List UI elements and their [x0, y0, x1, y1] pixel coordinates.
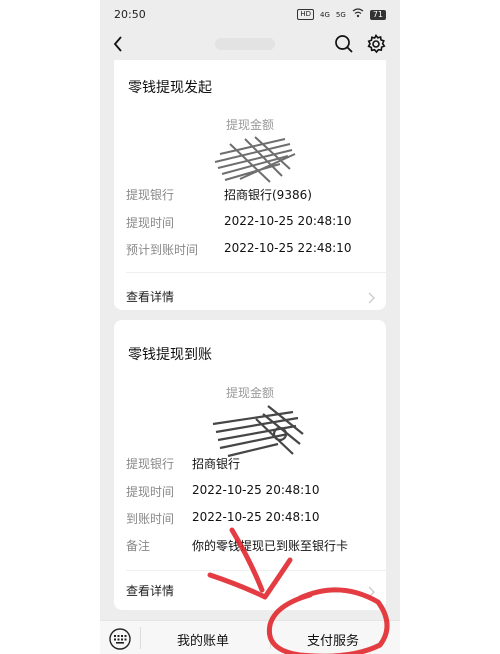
page-title-blurred: [215, 38, 275, 50]
view-details-label: 查看详情: [126, 290, 175, 304]
tab-my-bills[interactable]: 我的账单: [177, 630, 229, 649]
keyboard-icon[interactable]: [108, 628, 132, 650]
status-time: 20:50: [114, 8, 146, 21]
row-value: 2022-10-25 20:48:10: [192, 510, 320, 524]
status-icons: HD 4G 5G 71: [297, 8, 386, 21]
view-details-link[interactable]: 查看详情: [114, 575, 386, 605]
withdraw-initiated-card: 零钱提现发起 提现金额 提现银行 招商银行(9386) 提现时间 2022-10…: [114, 60, 386, 310]
divider: [140, 627, 141, 649]
battery-icon: 71: [369, 9, 386, 20]
divider: [270, 627, 271, 649]
row-label: 备注: [126, 539, 151, 553]
chevron-right-icon: [366, 583, 376, 598]
row-value: 2022-10-25 22:48:10: [224, 241, 352, 255]
tab-payment-services[interactable]: 支付服务: [307, 630, 359, 649]
network-5g-icon: 5G: [335, 10, 346, 19]
row-value: 你的零钱提现已到账至银行卡: [192, 539, 349, 553]
row-label: 提现银行: [126, 188, 175, 202]
row-label: 提现银行: [126, 457, 175, 471]
bottom-menu-bar: 我的账单 支付服务: [100, 620, 400, 654]
row-label: 预计到账时间: [126, 243, 199, 257]
wifi-icon: [352, 8, 364, 21]
nav-bar: [100, 28, 400, 60]
row-value: 招商银行: [192, 457, 241, 471]
view-details-label: 查看详情: [126, 584, 175, 598]
amount-label: 提现金额: [225, 118, 274, 132]
row-label: 到账时间: [126, 512, 175, 526]
row-label: 提现时间: [126, 216, 175, 230]
withdraw-arrived-card: 零钱提现到账 提现金额 提现银行 招商银行 提现时间 2022-10-25 20…: [114, 320, 386, 610]
row-value: 招商银行(9386): [224, 188, 312, 202]
view-details-link[interactable]: 查看详情: [114, 281, 386, 311]
hd-badge: HD: [297, 9, 315, 20]
back-arrow-icon[interactable]: [110, 34, 128, 54]
card-title: 零钱提现发起: [128, 80, 212, 96]
row-label: 提现时间: [126, 485, 175, 499]
card-title: 零钱提现到账: [128, 347, 212, 363]
network-4g-icon: 4G: [320, 10, 330, 19]
chevron-right-icon: [366, 289, 376, 304]
search-icon[interactable]: [333, 33, 355, 55]
amount-label: 提现金额: [225, 386, 274, 400]
status-bar: 20:50 HD 4G 5G 71: [100, 0, 400, 28]
phone-screen: 20:50 HD 4G 5G 71 零钱提现发起 提现金额 提现银行 招商银行(…: [100, 0, 400, 654]
redacted-amount-scribble: [210, 134, 300, 188]
divider: [126, 570, 386, 571]
divider: [126, 272, 386, 273]
row-value: 2022-10-25 20:48:10: [192, 483, 320, 497]
row-value: 2022-10-25 20:48:10: [224, 214, 352, 228]
gear-icon[interactable]: [365, 33, 387, 55]
